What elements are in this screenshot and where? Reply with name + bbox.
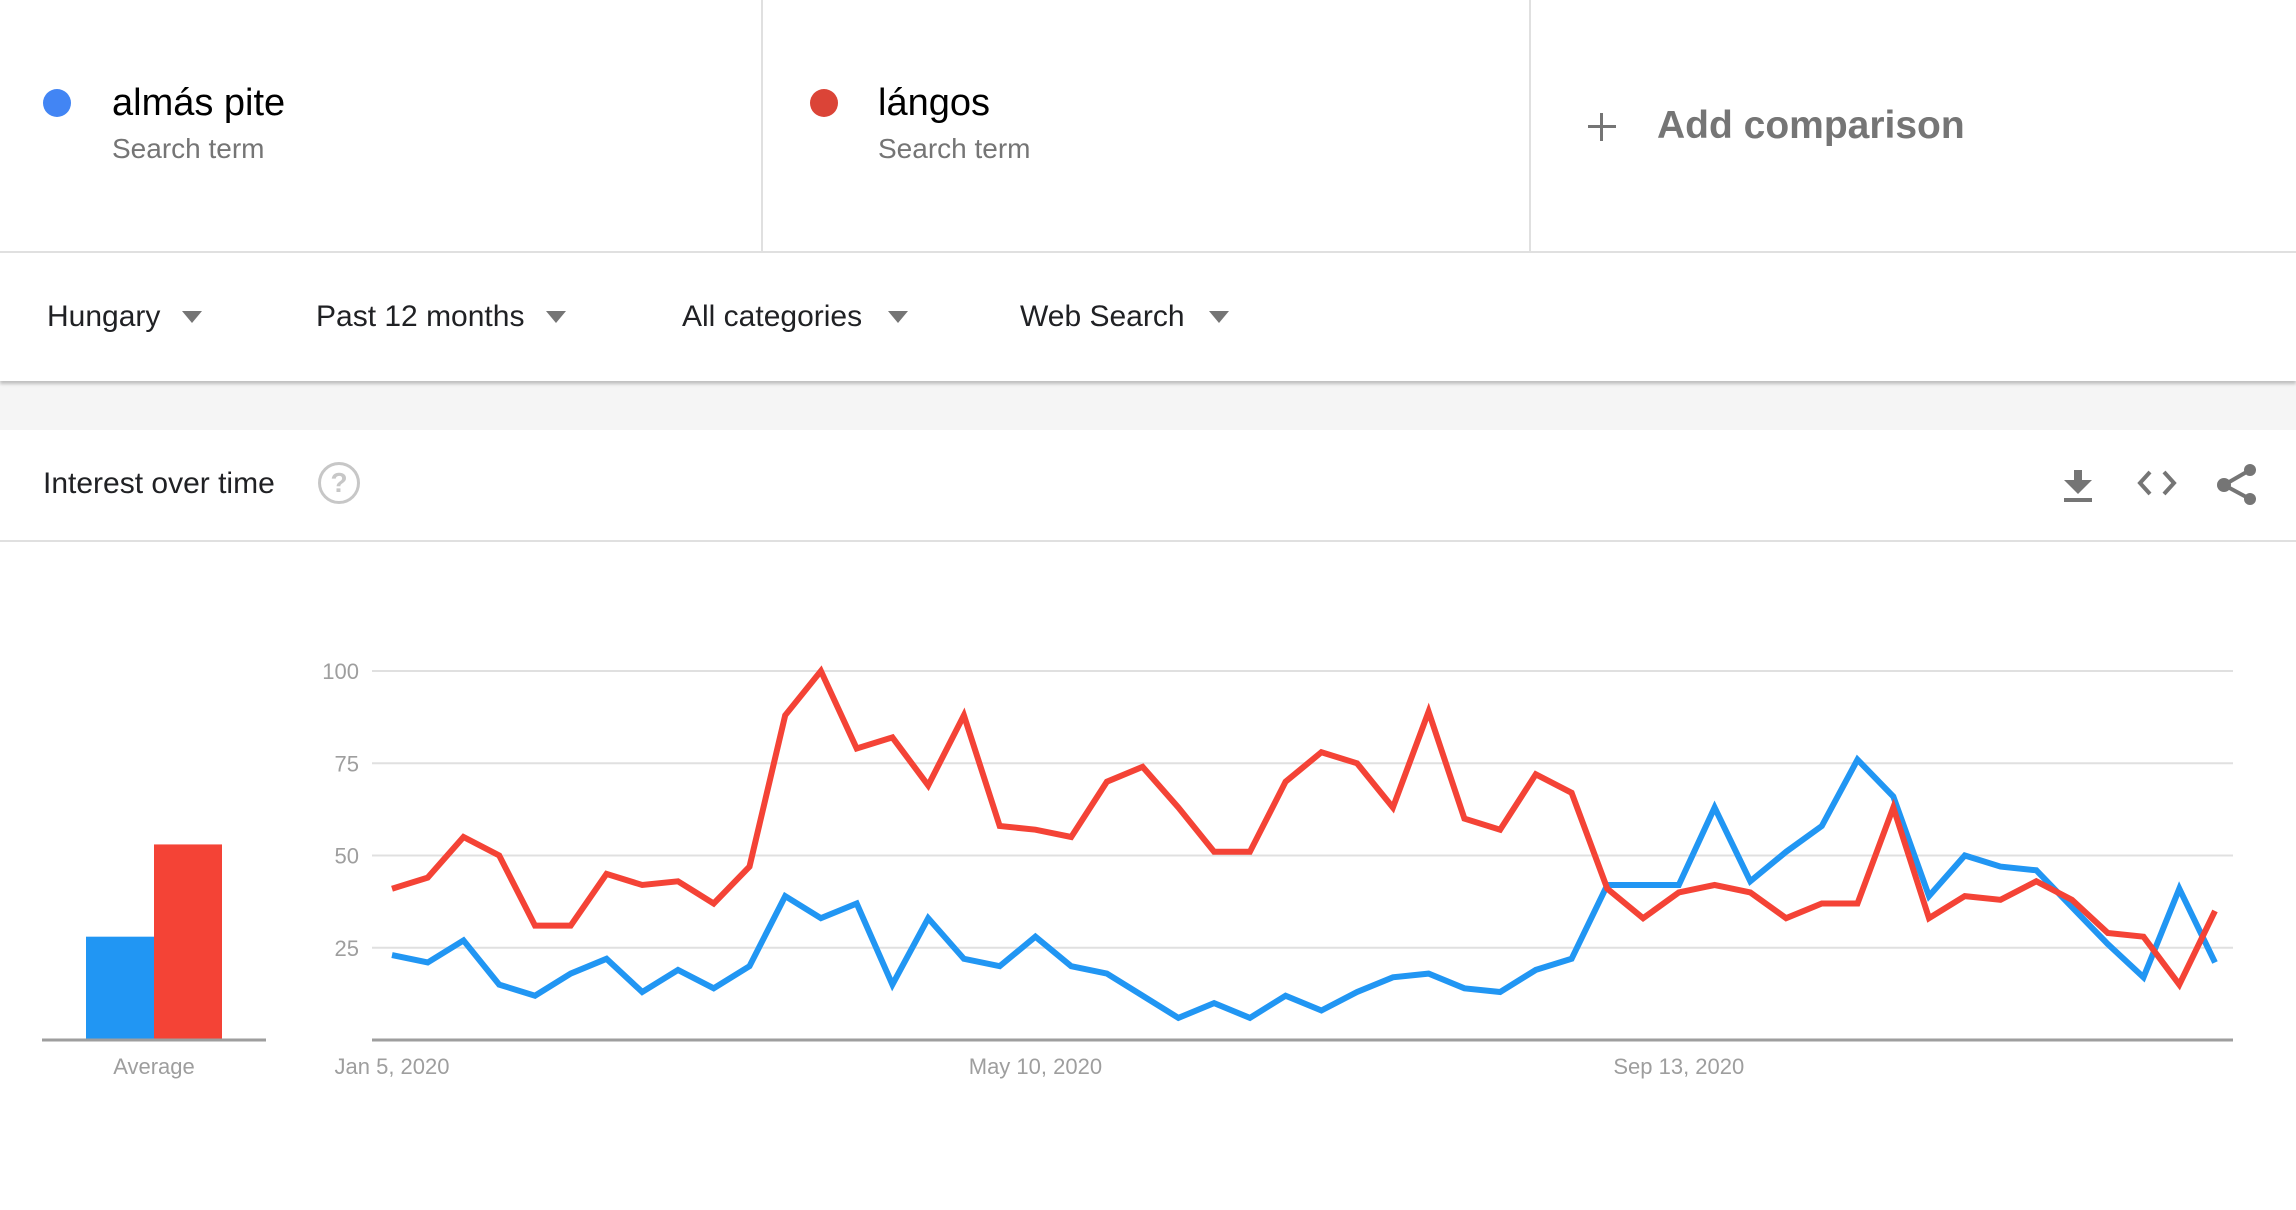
series-color-dot-icon	[43, 89, 71, 117]
filter-search-type-dropdown[interactable]: Web Search	[1020, 253, 1229, 381]
average-bar-almas-pite	[86, 936, 154, 1040]
filter-label: All categories	[682, 300, 863, 333]
caret-down-icon	[182, 311, 203, 323]
section-separator	[0, 381, 2296, 430]
card-header: Interest over time ?	[0, 430, 2296, 542]
caret-down-icon	[888, 311, 909, 323]
add-comparison-label: Add comparison	[1657, 104, 1965, 147]
x-tick-label: Jan 5, 2020	[335, 1054, 450, 1079]
y-axis-ticks: 25 50 75 100	[322, 659, 359, 961]
x-axis-ticks: Jan 5, 2020 May 10, 2020 Sep 13, 2020	[335, 1054, 1745, 1079]
plus-icon	[1588, 113, 1616, 141]
y-tick-label: 75	[335, 751, 359, 776]
term-name: almás pite	[112, 82, 286, 124]
term-subtitle: Search term	[112, 133, 265, 164]
download-icon[interactable]	[2054, 458, 2102, 506]
filter-category-dropdown[interactable]: All categories	[682, 253, 909, 381]
share-icon[interactable]	[2214, 458, 2262, 506]
average-bar-langos	[154, 844, 222, 1040]
term-card-langos[interactable]: lángos Search term	[763, 0, 1529, 251]
average-bar-chart: Average	[42, 844, 266, 1079]
term-name: lángos	[878, 82, 990, 124]
embed-code-icon[interactable]	[2133, 458, 2181, 506]
x-tick-label: May 10, 2020	[969, 1054, 1102, 1079]
y-tick-label: 100	[322, 659, 359, 684]
filter-label: Past 12 months	[316, 300, 525, 333]
series-color-dot-icon	[810, 89, 838, 117]
filter-label: Hungary	[47, 300, 161, 333]
y-tick-label: 50	[335, 844, 359, 869]
caret-down-icon	[1208, 311, 1229, 323]
filter-bar: Hungary Past 12 months All categories We…	[0, 253, 2296, 381]
series-line-langos	[391, 665, 2218, 991]
y-tick-label: 25	[335, 936, 359, 961]
caret-down-icon	[546, 311, 567, 323]
filter-region-dropdown[interactable]: Hungary	[47, 253, 203, 381]
series-line-almas-pite	[391, 754, 2218, 1022]
average-label: Average	[113, 1054, 195, 1079]
add-comparison-button[interactable]: Add comparison	[1531, 0, 2296, 251]
x-tick-label: Sep 13, 2020	[1613, 1054, 1744, 1079]
term-card-almas-pite[interactable]: almás pite Search term	[0, 0, 761, 251]
chart-svg: Average 25 50 75 100 Jan 5, 2020 May 10, 202…	[42, 659, 2233, 1079]
interest-over-time-chart: Average 25 50 75 100 Jan 5, 2020 May 10, 202…	[0, 542, 2296, 1210]
help-icon[interactable]: ?	[318, 462, 360, 504]
series-lines	[391, 665, 2218, 1022]
filter-label: Web Search	[1020, 300, 1185, 333]
filter-time-range-dropdown[interactable]: Past 12 months	[316, 253, 567, 381]
term-subtitle: Search term	[878, 133, 1031, 164]
card-title: Interest over time	[43, 467, 275, 500]
